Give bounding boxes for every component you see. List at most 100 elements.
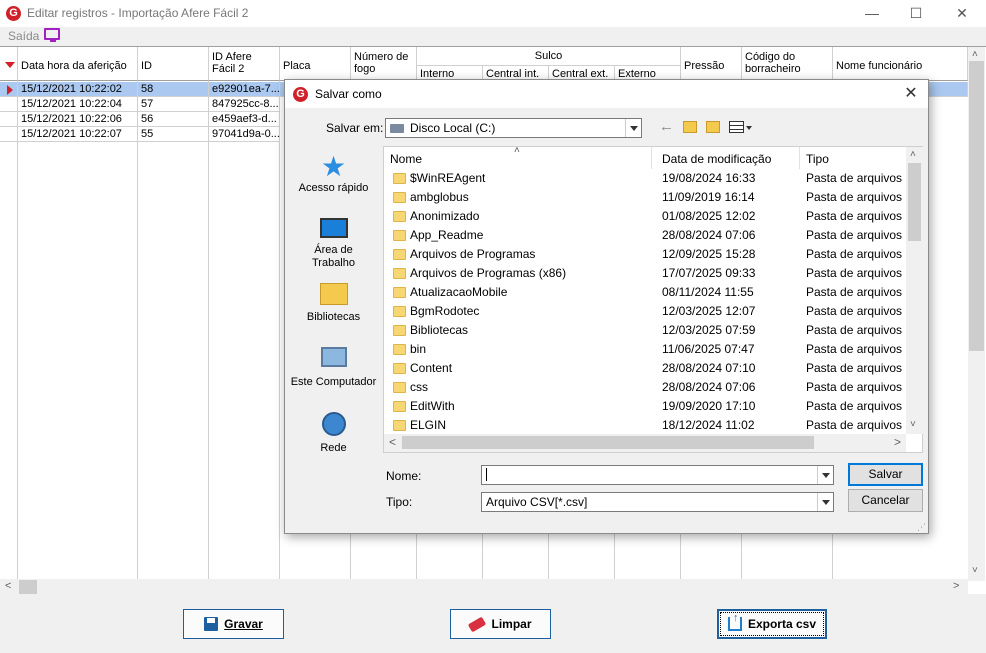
- exporta-csv-button[interactable]: ↑ Exporta csv: [717, 609, 827, 639]
- file-date: 28/08/2024 07:06: [662, 380, 756, 394]
- file-vertical-scroll-thumb[interactable]: [908, 163, 921, 241]
- grid-horizontal-scroll-thumb[interactable]: [19, 580, 37, 594]
- file-horizontal-scrollbar[interactable]: < >: [384, 434, 906, 452]
- file-row[interactable]: ELGIN 18/12/2024 11:02 Pasta de arquivos: [384, 416, 906, 435]
- sort-desc-icon: [5, 62, 15, 68]
- cell-data-hora[interactable]: 15/12/2021 10:22:02: [18, 82, 138, 97]
- folder-icon: [393, 268, 406, 279]
- cell-id-afere[interactable]: 847925cc-8...: [209, 97, 280, 112]
- file-row[interactable]: Bibliotecas 12/03/2025 07:59 Pasta de arqu…: [384, 321, 906, 340]
- save-in-dropdown-arrow[interactable]: [625, 119, 641, 137]
- place-computer[interactable]: Este Computador: [285, 347, 382, 388]
- file-row[interactable]: EditWith 19/09/2020 17:10 Pasta de arquivo…: [384, 397, 906, 416]
- scroll-right-icon[interactable]: >: [953, 580, 959, 592]
- file-horizontal-scroll-thumb[interactable]: [402, 436, 814, 449]
- gravar-button[interactable]: Gravar: [183, 609, 284, 639]
- col-header-data-modificacao[interactable]: Data de modificação: [656, 147, 800, 169]
- new-folder-icon[interactable]: [706, 121, 720, 133]
- cell-id[interactable]: 57: [138, 97, 209, 112]
- file-scroll-down-icon[interactable]: ˅: [910, 419, 916, 430]
- type-dropdown-arrow[interactable]: [817, 493, 833, 511]
- file-date: 12/03/2025 07:59: [662, 323, 756, 337]
- col-header-nome-funcionario[interactable]: Nome funcionário: [833, 47, 968, 81]
- cell-data-hora[interactable]: 15/12/2021 10:22:07: [18, 127, 138, 142]
- cell-id[interactable]: 55: [138, 127, 209, 142]
- window-title: Editar registros - Importação Afere Fáci…: [27, 6, 249, 20]
- grid-vertical-scroll-thumb[interactable]: [969, 61, 984, 351]
- file-row[interactable]: Arquivos de Programas (x86) 17/07/2025 09…: [384, 264, 906, 283]
- limpar-button[interactable]: Limpar: [450, 609, 551, 639]
- col-header-placa[interactable]: Placa: [280, 47, 351, 81]
- col-header-codigo-borracheiro[interactable]: Código do borracheiro: [742, 47, 833, 81]
- col-divider: [17, 81, 18, 581]
- file-row[interactable]: Anonimizado 01/08/2025 12:02 Pasta de arqu…: [384, 207, 906, 226]
- cell-id[interactable]: 58: [138, 82, 209, 97]
- view-dropdown-icon[interactable]: [746, 126, 752, 130]
- cell-id[interactable]: 56: [138, 112, 209, 127]
- file-row[interactable]: ambglobus 11/09/2019 16:14 Pasta de arquiv…: [384, 188, 906, 207]
- grid-vertical-scrollbar[interactable]: ˄ ˅: [968, 47, 985, 581]
- resize-grip-icon[interactable]: ⋰: [917, 522, 926, 533]
- file-row[interactable]: bin 11/06/2025 07:47 Pasta de arquivos: [384, 340, 906, 359]
- up-folder-icon[interactable]: [683, 121, 697, 133]
- minimize-button[interactable]: —: [850, 0, 894, 27]
- file-scroll-right-icon[interactable]: >: [894, 435, 901, 449]
- cell-id-afere[interactable]: e92901ea-7...: [209, 82, 280, 97]
- screen-icon[interactable]: [44, 28, 60, 42]
- file-row[interactable]: Content 28/08/2024 07:10 Pasta de arquivos: [384, 359, 906, 378]
- cancelar-button[interactable]: Cancelar: [848, 489, 923, 512]
- file-name: Bibliotecas: [410, 323, 469, 337]
- salvar-button[interactable]: Salvar: [848, 463, 923, 486]
- scroll-up-icon[interactable]: ˄: [972, 49, 978, 60]
- col-header-tipo[interactable]: Tipo: [800, 147, 906, 169]
- export-icon: ↑: [727, 612, 742, 631]
- cell-data-hora[interactable]: 15/12/2021 10:22:04: [18, 97, 138, 112]
- file-row[interactable]: $WinREAgent 19/08/2024 16:33 Pasta de arqu…: [384, 169, 906, 188]
- folder-icon: [393, 306, 406, 317]
- back-icon[interactable]: ←: [659, 118, 674, 135]
- cell-id-afere[interactable]: e459aef3-d...: [209, 112, 280, 127]
- col-header-numero-fogo[interactable]: Número de fogo: [351, 47, 417, 81]
- cell-data-hora[interactable]: 15/12/2021 10:22:06: [18, 112, 138, 127]
- place-quick-access[interactable]: ★ Acesso rápido: [285, 152, 382, 195]
- save-in-combo[interactable]: Disco Local (C:): [385, 118, 642, 138]
- close-button[interactable]: ✕: [940, 0, 984, 27]
- file-name: ELGIN: [410, 418, 447, 432]
- filename-input[interactable]: [481, 465, 834, 485]
- file-list[interactable]: ˄ Nome Data de modificação Tipo $WinREAg…: [383, 145, 923, 453]
- col-header-data-hora[interactable]: Data hora da aferição: [18, 47, 138, 81]
- current-row-icon: [7, 85, 13, 95]
- scroll-left-icon[interactable]: <: [5, 580, 11, 592]
- view-menu-icon[interactable]: [729, 121, 744, 133]
- col-header-id-afere[interactable]: ID Afere Fácil 2: [209, 47, 280, 81]
- type-select[interactable]: Arquivo CSV[*.csv]: [481, 492, 834, 512]
- filename-dropdown-arrow[interactable]: [817, 466, 833, 484]
- folder-icon: [393, 344, 406, 355]
- file-scroll-up-icon[interactable]: ˄: [910, 149, 916, 160]
- dialog-close-button[interactable]: ✕: [899, 83, 923, 103]
- scroll-down-icon[interactable]: ˅: [972, 565, 978, 576]
- file-row[interactable]: AtualizacaoMobile 08/11/2024 11:55 Pasta d…: [384, 283, 906, 302]
- place-desktop[interactable]: Área de Trabalho: [285, 218, 382, 270]
- col-header-id[interactable]: ID: [138, 47, 209, 81]
- menu-saida[interactable]: Saída: [8, 29, 39, 43]
- file-scroll-left-icon[interactable]: <: [389, 435, 396, 449]
- file-row[interactable]: App_Readme 28/08/2024 07:06 Pasta de arqui…: [384, 226, 906, 245]
- save-in-label: Salvar em:: [326, 121, 384, 135]
- col-header-pressao[interactable]: Pressão: [681, 47, 742, 81]
- file-row[interactable]: css 28/08/2024 07:06 Pasta de arquivos: [384, 378, 906, 397]
- file-row[interactable]: Arquivos de Programas 12/09/2025 15:28 Pas…: [384, 245, 906, 264]
- maximize-button[interactable]: ☐: [894, 0, 938, 27]
- place-network[interactable]: Rede: [285, 412, 382, 454]
- col-header-nome[interactable]: Nome: [384, 147, 652, 169]
- grid-horizontal-scrollbar[interactable]: < >: [0, 579, 968, 595]
- dialog-app-logo: G: [293, 87, 308, 102]
- file-type: Pasta de arquivos: [806, 361, 903, 375]
- file-name: AtualizacaoMobile: [410, 285, 508, 299]
- file-type: Pasta de arquivos: [806, 323, 903, 337]
- folder-icon: [393, 420, 406, 431]
- cell-id-afere[interactable]: 97041d9a-0...: [209, 127, 280, 142]
- place-libraries[interactable]: Bibliotecas: [285, 283, 382, 323]
- file-vertical-scrollbar[interactable]: ˄ ˅: [906, 147, 923, 434]
- file-row[interactable]: BgmRodotec 12/03/2025 12:07 Pasta de arqui…: [384, 302, 906, 321]
